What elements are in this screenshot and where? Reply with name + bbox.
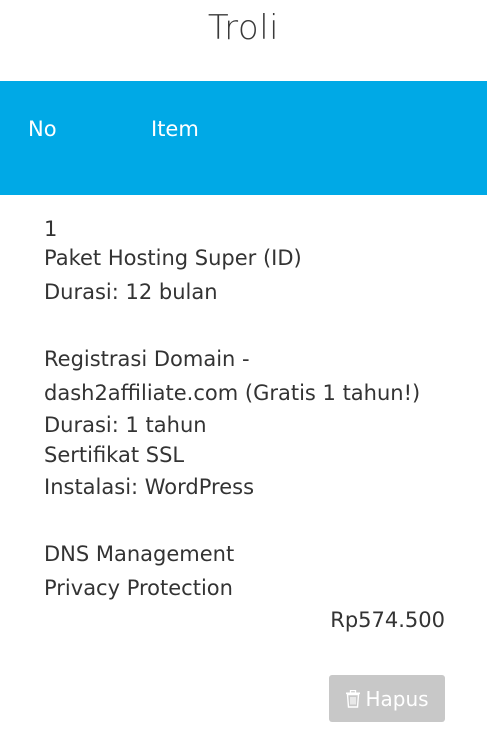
item-domain-name: dash2affiliate.com (Gratis 1 tahun!): [44, 381, 421, 405]
item-installation: Instalasi: WordPress: [44, 475, 255, 499]
table-header: No Item: [0, 81, 487, 195]
page-title: Troli: [207, 8, 280, 48]
trash-icon: [346, 689, 361, 708]
item-dns-management: DNS Management: [44, 542, 235, 566]
column-header-item: Item: [151, 117, 199, 141]
cart-page: Troli No Item 1 Paket Hosting Super (ID)…: [0, 0, 487, 737]
remove-button[interactable]: Hapus: [329, 675, 445, 722]
item-hosting-duration: Durasi: 12 bulan: [44, 280, 218, 304]
item-ssl-certificate: Sertifikat SSL: [44, 443, 185, 467]
remove-button-label: Hapus: [365, 686, 429, 711]
item-number: 1: [44, 217, 58, 241]
cart-item-row: 1 Paket Hosting Super (ID) Durasi: 12 bu…: [44, 218, 464, 605]
item-product-name: Paket Hosting Super (ID): [44, 246, 302, 270]
column-header-no: No: [28, 117, 57, 141]
item-domain-registration: Registrasi Domain -: [44, 347, 250, 371]
item-domain-duration: Durasi: 1 tahun: [44, 413, 207, 437]
item-privacy-protection: Privacy Protection: [44, 576, 233, 600]
item-price: Rp574.500: [330, 608, 445, 632]
